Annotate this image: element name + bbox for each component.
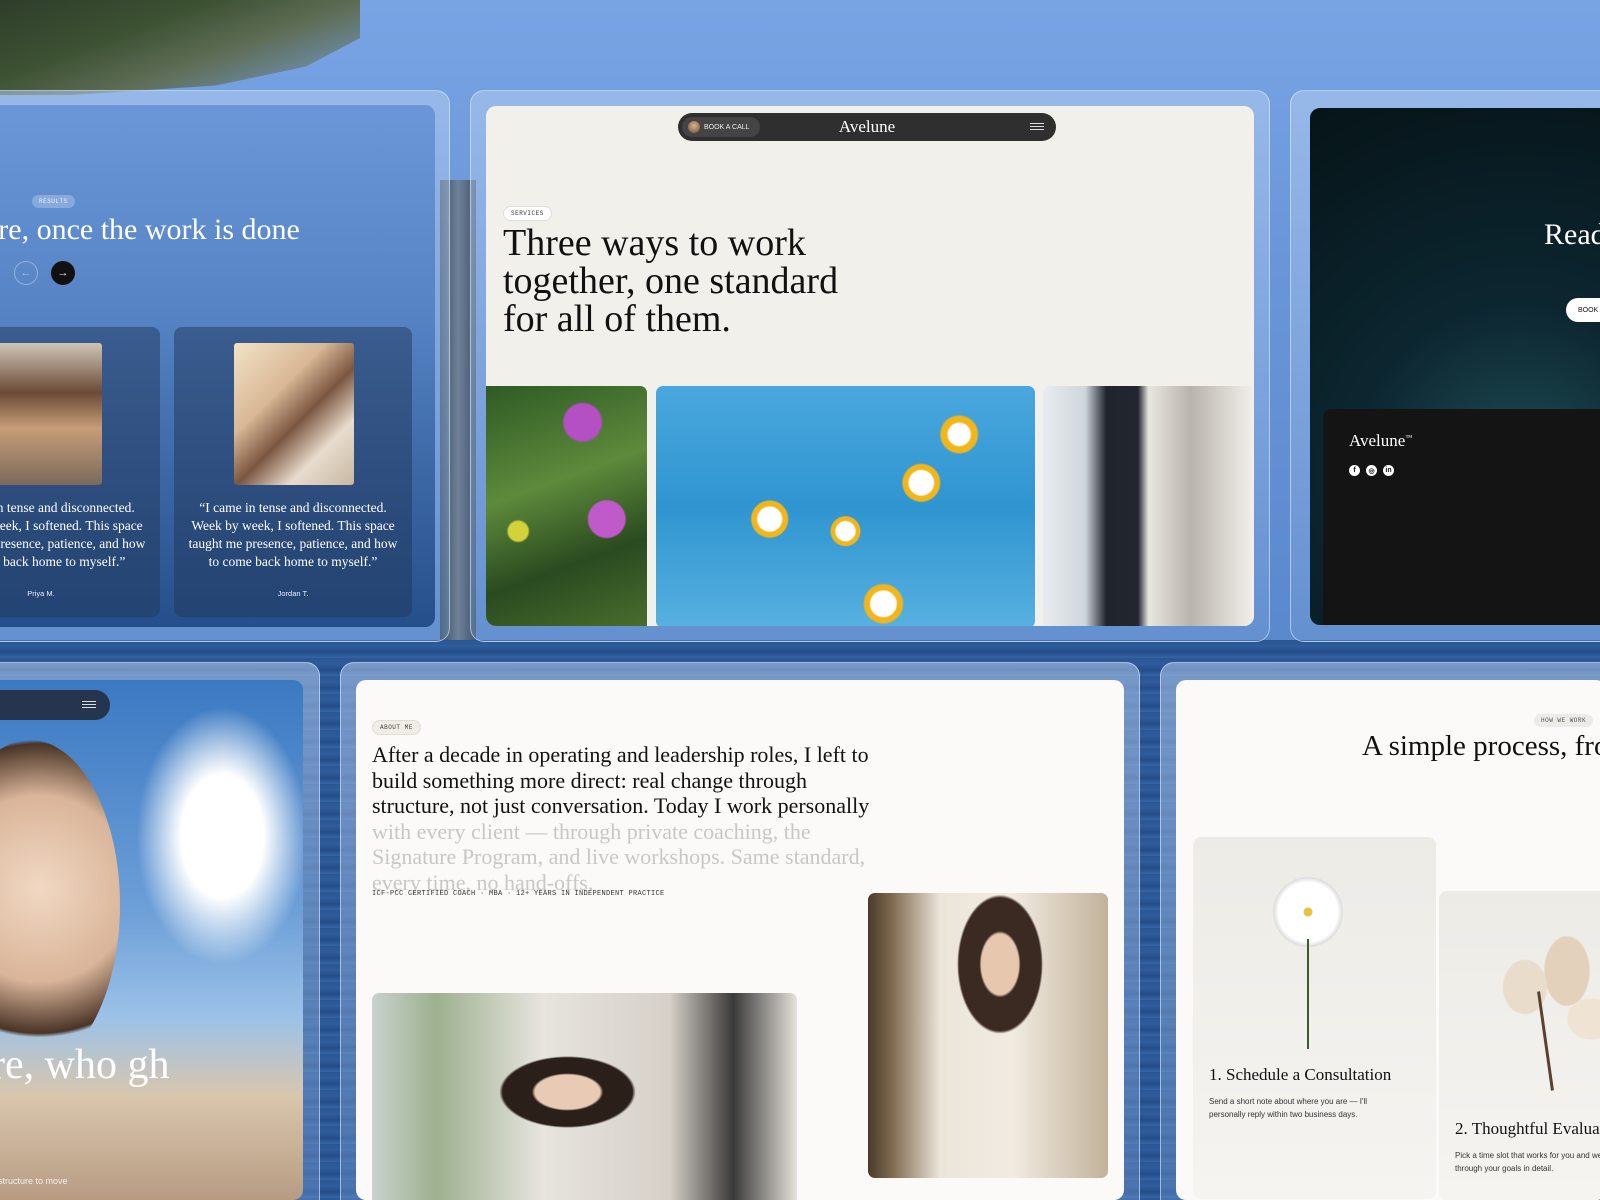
hero-portrait — [0, 740, 120, 1070]
white-flower-image — [1263, 877, 1353, 1049]
footer-brand[interactable]: Avelune™ — [1349, 431, 1412, 451]
step-description: Pick a time slot that works for you and … — [1455, 1151, 1600, 1173]
section-heading: Three ways to work together, one standar… — [503, 222, 839, 340]
testimonials-panel: RESULTS Who they are, once the work is d… — [0, 105, 435, 627]
hero-subtext: structure to move — [0, 1176, 68, 1186]
section-tag: HOW WE WORK — [1534, 714, 1594, 727]
book-call-button[interactable]: BOOK A CALL — [1566, 298, 1600, 322]
process-step-card: 2. Thoughtful Evaluation Pick a time slo… — [1439, 891, 1600, 1200]
about-text-muted: with every client — through private coac… — [372, 818, 866, 895]
linkedin-icon[interactable]: in — [1383, 465, 1394, 476]
step-description: Send a short note about where you are — … — [1209, 1097, 1368, 1119]
trademark-mark: ™ — [1405, 433, 1413, 442]
next-arrow-button[interactable]: → — [51, 261, 75, 285]
section-heading: A simple process, from first call to rea… — [1362, 730, 1600, 762]
prev-arrow-button[interactable]: ← — [14, 261, 38, 285]
credentials-line: ICF-PCC CERTIFIED COACH · MBA · 12+ YEAR… — [372, 890, 665, 898]
watering-plants-image — [868, 893, 1108, 1178]
section-heading: Who they are, once the work is done — [0, 213, 300, 246]
testimonial-photo — [0, 343, 102, 485]
section-tag: ABOUT ME — [372, 720, 421, 735]
lily-image — [1489, 931, 1600, 1091]
step-title: 2. Thoughtful Evaluation — [1455, 1119, 1600, 1138]
services-panel: BOOK A CALL Avelune SERVICES Three ways … — [486, 106, 1254, 626]
couple-image — [1043, 386, 1254, 626]
wildflowers-image — [486, 386, 647, 626]
process-panel: HOW WE WORK A simple process, from first… — [1176, 680, 1600, 1200]
about-panel: ABOUT ME After a decade in operating and… — [356, 680, 1124, 1200]
testimonial-author: Priya M. — [27, 589, 55, 598]
testimonial-author: Jordan T. — [277, 589, 309, 598]
facebook-icon[interactable]: f — [1349, 465, 1360, 476]
arrow-right-icon: → — [57, 267, 69, 279]
about-text-dark: After a decade in operating and leadersh… — [372, 742, 870, 818]
testimonial-photo — [234, 343, 354, 485]
social-links: f ◎ in — [1349, 465, 1394, 476]
cta-panel: Ready BOOK A CALL Avelune™ f ◎ in — [1310, 108, 1600, 625]
testimonial-card: “I came in tense and disconnected. Week … — [174, 327, 412, 617]
coach-portrait-image — [372, 993, 797, 1200]
hamburger-icon[interactable] — [82, 701, 96, 709]
testimonial-quote: “I came in tense and disconnected. Week … — [188, 500, 398, 569]
section-tag: SERVICES — [503, 206, 552, 221]
arrow-left-icon: ← — [20, 267, 32, 279]
daisies-image — [656, 386, 1035, 626]
top-nav-bar: BOOK A CALL Avelune — [678, 113, 1056, 141]
top-nav-bar — [0, 690, 110, 720]
step-title: 1. Schedule a Consultation — [1209, 1065, 1392, 1084]
section-tag: RESULTS — [32, 195, 75, 208]
instagram-icon[interactable]: ◎ — [1366, 465, 1377, 476]
cta-heading: Ready — [1544, 218, 1600, 251]
process-step-card: 1. Schedule a Consultation Send a short … — [1193, 837, 1436, 1199]
footer: Avelune™ f ◎ in — [1323, 409, 1600, 625]
hero-heading: ure, who gh — [0, 1042, 170, 1088]
hero-panel: ure, who gh structure to move — [0, 680, 303, 1200]
footer-brand-text: Avelune — [1349, 431, 1406, 450]
testimonial-quote: “I came in tense and disconnected. Week … — [0, 500, 146, 569]
about-paragraph: After a decade in operating and leadersh… — [372, 742, 884, 895]
testimonial-card: “I came in tense and disconnected. Week … — [0, 327, 160, 617]
brand-logo[interactable]: Avelune — [678, 117, 1056, 137]
hamburger-icon[interactable] — [1030, 123, 1044, 131]
